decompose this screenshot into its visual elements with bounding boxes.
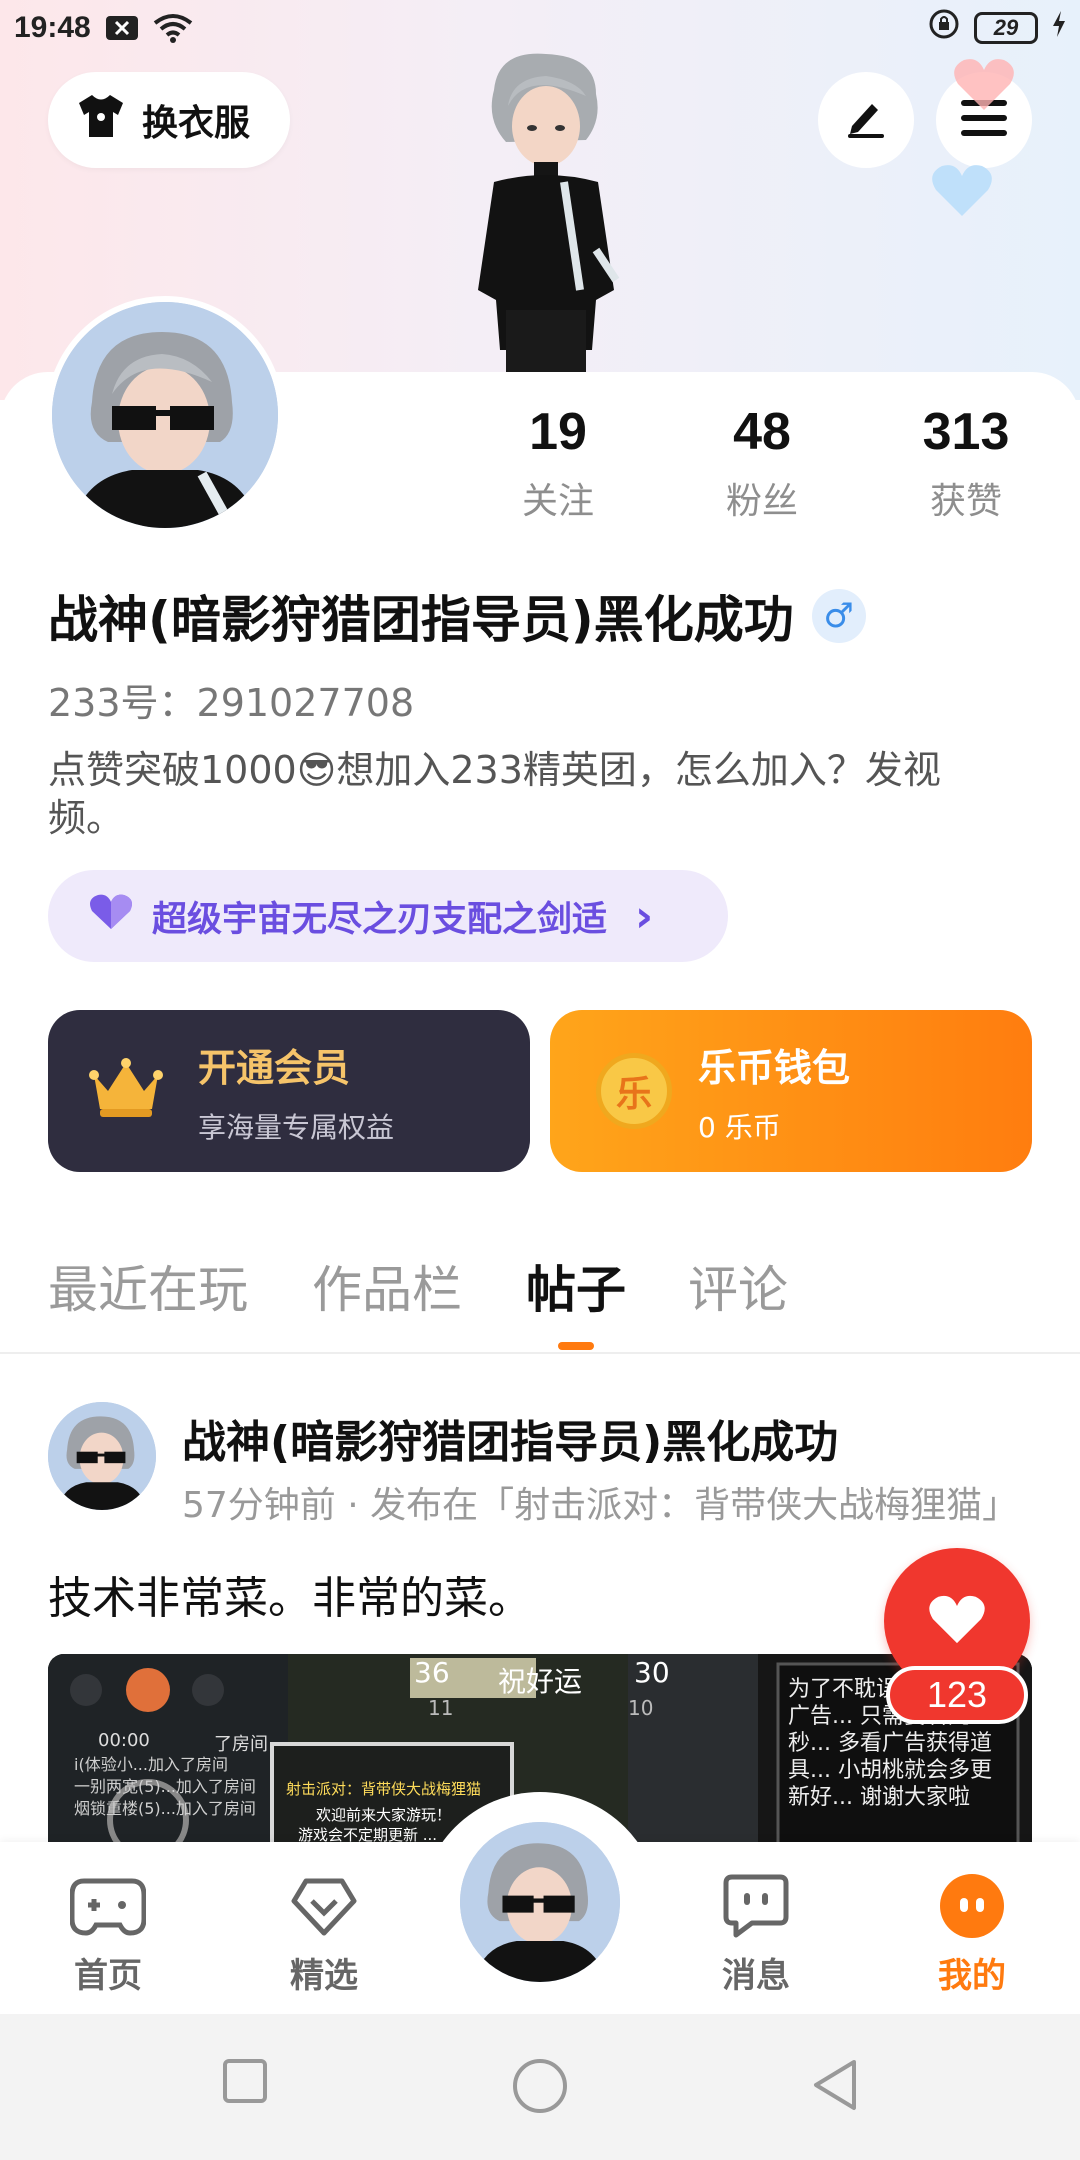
vip-card-subtitle: 享海量专属权益 bbox=[198, 1110, 395, 1144]
wallet-card-title: 乐币钱包 bbox=[698, 1045, 851, 1090]
chat-bubble-icon bbox=[676, 1868, 836, 1944]
notification-x-icon bbox=[105, 15, 139, 41]
status-time: 19:48 bbox=[14, 11, 91, 44]
me-face-icon bbox=[892, 1868, 1052, 1944]
board-title: 射击派对：背带侠大战梅狸猫 bbox=[286, 1780, 482, 1798]
nav-label: 我的 bbox=[938, 1956, 1006, 1996]
gamepad-icon bbox=[28, 1868, 188, 1944]
crown-icon bbox=[88, 1057, 164, 1125]
post-author-name[interactable]: 战神(暗影狩猎团指导员)黑化成功 bbox=[182, 1406, 838, 1470]
stat-label: 获赞 bbox=[929, 481, 1002, 522]
change-outfit-label: 换衣服 bbox=[142, 103, 251, 144]
players-left: 11 bbox=[428, 1696, 454, 1720]
post-meta[interactable]: 57分钟前 · 发布在「射击派对：背带侠大战梅狸猫」 bbox=[182, 1476, 1062, 1528]
profile-avatar[interactable] bbox=[46, 296, 284, 534]
nav-home[interactable]: 首页 bbox=[28, 1868, 188, 1997]
bio-text-part1: 点赞突破1000 bbox=[48, 748, 297, 792]
avatar-character-figure bbox=[446, 50, 646, 380]
pen-icon bbox=[844, 96, 888, 144]
tab-works[interactable]: 作品栏 bbox=[312, 1250, 462, 1322]
board-line: 游戏会不定期更新 ... bbox=[298, 1826, 438, 1844]
username-text: 战神(暗影狩猎团指导员)黑化成功 bbox=[48, 591, 794, 649]
nav-featured[interactable]: 精选 bbox=[244, 1868, 404, 1997]
battery-indicator: 29 bbox=[974, 12, 1038, 44]
active-tab-indicator bbox=[558, 1342, 594, 1350]
room-timer: 00:00 bbox=[98, 1730, 150, 1751]
rotation-lock-icon bbox=[928, 8, 960, 48]
stat-label: 关注 bbox=[521, 481, 594, 522]
heart-gem-icon bbox=[244, 1868, 404, 1944]
vip-membership-card[interactable]: 开通会员 享海量专属权益 bbox=[48, 1010, 530, 1172]
chat-line: i(体验小...加入了房间 bbox=[74, 1755, 228, 1774]
sunglasses-emoji: 😎 bbox=[296, 748, 337, 792]
floating-heart-icon bbox=[930, 162, 994, 222]
nav-label: 消息 bbox=[722, 1956, 790, 1996]
divider bbox=[0, 1352, 1080, 1354]
stat-followers[interactable]: 48 粉丝 bbox=[662, 402, 862, 524]
players-right: 10 bbox=[628, 1696, 654, 1720]
chat-line: 一别两宽(5)...加入了房间 bbox=[74, 1777, 256, 1796]
room-chat-lines: i(体验小...加入了房间 一别两宽(5)...加入了房间 烟锁重楼(5)...… bbox=[74, 1754, 256, 1820]
score-left: 36 bbox=[414, 1656, 450, 1689]
tshirt-icon bbox=[76, 93, 126, 148]
user-id[interactable]: 233号：291027708 bbox=[48, 672, 414, 727]
chevron-right-icon: › bbox=[635, 890, 654, 942]
title-badge-chip[interactable]: 超级宇宙无尽之刃支配之剑适 › bbox=[48, 870, 728, 962]
status-bar: 19:48 29 bbox=[0, 0, 1080, 56]
nav-label: 首页 bbox=[74, 1956, 142, 1996]
profile-tabs: 最近在玩 作品栏 帖子 评论 bbox=[0, 1250, 1080, 1350]
chat-line: 烟锁重楼(5)...加入了房间 bbox=[74, 1799, 256, 1818]
stat-value: 19 bbox=[529, 403, 587, 461]
center-banner: 祝好运 bbox=[498, 1665, 583, 1698]
back-triangle-icon[interactable] bbox=[810, 2058, 860, 2116]
title-badge-label: 超级宇宙无尽之刃支配之剑适 bbox=[152, 899, 608, 940]
charging-icon bbox=[1052, 11, 1066, 45]
nav-center-avatar-button[interactable] bbox=[456, 1818, 624, 1986]
vip-card-title: 开通会员 bbox=[198, 1045, 351, 1090]
stat-value: 313 bbox=[922, 403, 1010, 461]
nav-me[interactable]: 我的 bbox=[892, 1868, 1052, 1997]
purple-heart-icon bbox=[88, 893, 134, 940]
stat-label: 粉丝 bbox=[725, 481, 798, 522]
home-circle-icon[interactable] bbox=[512, 2058, 568, 2118]
male-gender-icon: ♂ bbox=[811, 589, 866, 643]
wifi-icon bbox=[153, 13, 193, 43]
wallet-card-subtitle: 0 乐币 bbox=[698, 1110, 781, 1144]
nav-messages[interactable]: 消息 bbox=[676, 1868, 836, 1997]
profile-bio: 点赞突破1000😎想加入233精英团，怎么加入？发视频。 bbox=[48, 746, 1008, 842]
system-navigation-bar bbox=[0, 2014, 1080, 2160]
floating-heart-icon bbox=[952, 56, 1016, 116]
edit-profile-button[interactable] bbox=[818, 72, 914, 168]
tab-comments[interactable]: 评论 bbox=[688, 1250, 788, 1322]
room-join-text: 了房间 bbox=[214, 1734, 268, 1755]
recent-apps-square-icon[interactable] bbox=[222, 2058, 268, 2108]
stat-following[interactable]: 19 关注 bbox=[458, 402, 658, 524]
tab-recently-played[interactable]: 最近在玩 bbox=[48, 1250, 248, 1322]
nav-label: 精选 bbox=[290, 1956, 358, 1996]
profile-username: 战神(暗影狩猎团指导员)黑化成功 ♂ bbox=[48, 580, 866, 652]
tab-posts[interactable]: 帖子 bbox=[526, 1250, 626, 1322]
coin-wallet-card[interactable]: 乐 乐币钱包 0 乐币 bbox=[550, 1010, 1032, 1172]
coin-icon: 乐 bbox=[596, 1053, 672, 1129]
change-outfit-button[interactable]: 换衣服 bbox=[48, 72, 290, 168]
board-line: 欢迎前来大家游玩！ bbox=[316, 1806, 452, 1824]
stat-value: 48 bbox=[733, 403, 791, 461]
post-author-avatar[interactable] bbox=[48, 1402, 156, 1510]
post-text[interactable]: 技术非常菜。非常的菜。 bbox=[48, 1562, 532, 1626]
like-count-badge: 123 bbox=[886, 1666, 1028, 1724]
heart-icon bbox=[927, 1593, 987, 1649]
stat-likes[interactable]: 313 获赞 bbox=[866, 402, 1066, 524]
score-right: 30 bbox=[634, 1656, 670, 1689]
